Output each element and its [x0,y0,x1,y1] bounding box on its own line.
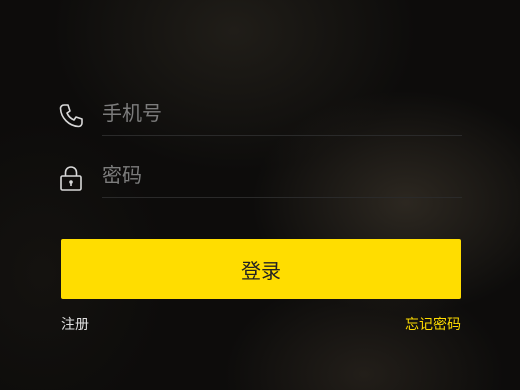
password-input[interactable] [102,155,462,195]
login-form: 登录 注册 忘记密码 [0,0,520,390]
lock-icon [56,163,86,193]
register-link[interactable]: 注册 [61,314,89,334]
phone-input[interactable] [102,93,462,133]
login-button[interactable]: 登录 [61,239,461,299]
phone-underline [102,135,462,136]
password-underline [102,197,462,198]
password-field-row [56,155,462,198]
forgot-password-link[interactable]: 忘记密码 [405,314,461,334]
phone-icon [56,101,86,131]
phone-field-row [56,93,462,136]
